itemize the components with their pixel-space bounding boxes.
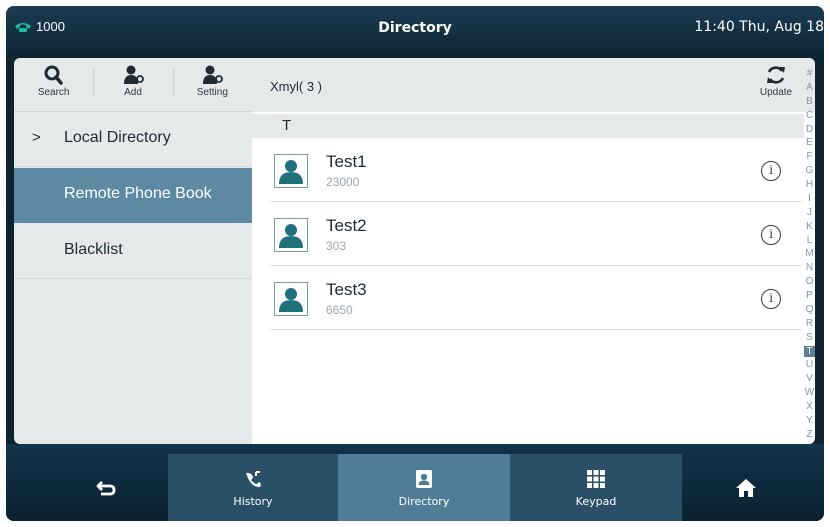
- alphabet-letter[interactable]: T: [804, 345, 815, 357]
- alphabet-letter[interactable]: D: [804, 124, 815, 135]
- keypad-label: Keypad: [575, 494, 617, 508]
- info-icon[interactable]: i: [761, 225, 781, 245]
- contact-row[interactable]: Test2 303 i: [270, 204, 802, 266]
- alphabet-letter[interactable]: K: [804, 221, 815, 232]
- alphabet-letter[interactable]: G: [804, 165, 815, 176]
- alphabet-letter[interactable]: J: [804, 207, 815, 218]
- contact-row[interactable]: Test1 23000 i: [270, 140, 802, 202]
- sidebar-toolbar: Search Add Setting: [14, 58, 252, 112]
- alphabet-letter[interactable]: V: [804, 373, 815, 384]
- alphabet-letter[interactable]: S: [804, 332, 815, 343]
- alphabet-letter[interactable]: F: [804, 151, 815, 162]
- alphabet-letter[interactable]: O: [804, 276, 815, 287]
- list-header: Xmyl( 3 ) Update: [252, 58, 815, 112]
- directory-icon: [416, 469, 432, 488]
- contact-avatar-icon: [279, 224, 303, 248]
- contact-name: Test3: [326, 280, 367, 299]
- contact-name: Test1: [326, 152, 367, 171]
- alphabet-letter[interactable]: H: [804, 179, 815, 190]
- setting-contact-icon: [203, 65, 224, 84]
- directory-softkey[interactable]: Directory: [338, 454, 510, 521]
- avatar: [274, 282, 308, 316]
- phone-screen: 1000 Directory 11:40 Thu, Aug 18 Search …: [6, 6, 824, 521]
- alphabet-letter[interactable]: L: [804, 235, 815, 246]
- alphabet-letter[interactable]: M: [804, 248, 815, 259]
- sidebar-item-label: Remote Phone Book: [64, 185, 212, 202]
- home-button[interactable]: [706, 454, 786, 521]
- section-header: T: [252, 114, 804, 138]
- status-datetime: 11:40 Thu, Aug 18: [694, 19, 824, 35]
- contact-number: 303: [326, 239, 347, 253]
- softkey-bar: History Directory Keypad: [6, 444, 824, 521]
- home-icon: [736, 478, 756, 497]
- contact-number: 23000: [326, 175, 360, 189]
- search-button[interactable]: Search: [14, 58, 93, 111]
- search-icon: [44, 65, 63, 85]
- alphabet-letter[interactable]: A: [804, 82, 815, 93]
- alphabet-letter[interactable]: P: [804, 290, 815, 301]
- info-icon[interactable]: i: [761, 289, 781, 309]
- alphabet-letter[interactable]: I: [804, 193, 815, 204]
- add-label: Add: [124, 87, 142, 98]
- avatar: [274, 218, 308, 252]
- alphabet-letter[interactable]: B: [804, 96, 815, 107]
- alphabet-letter[interactable]: Q: [804, 304, 815, 315]
- alphabet-letter[interactable]: C: [804, 110, 815, 121]
- section-letter: T: [282, 117, 292, 134]
- keypad-softkey[interactable]: Keypad: [510, 454, 682, 521]
- status-bar: 1000 Directory 11:40 Thu, Aug 18: [6, 6, 824, 54]
- info-icon[interactable]: i: [761, 161, 781, 181]
- contact-number: 6650: [326, 303, 353, 317]
- add-contact-icon: [123, 65, 144, 84]
- sidebar-item-label: Local Directory: [64, 129, 171, 146]
- history-softkey[interactable]: History: [168, 454, 338, 521]
- alphabet-letter[interactable]: R: [804, 318, 815, 329]
- alphabet-letter[interactable]: E: [804, 137, 815, 148]
- directory-label: Directory: [398, 494, 450, 508]
- sidebar-item-remote-phone-book[interactable]: Remote Phone Book: [14, 168, 252, 223]
- back-button[interactable]: [66, 454, 146, 521]
- contact-avatar-icon: [279, 160, 303, 184]
- update-button[interactable]: Update: [756, 64, 796, 98]
- contact-name: Test2: [326, 216, 367, 235]
- sidebar-item-local-directory[interactable]: > Local Directory: [14, 112, 252, 167]
- sidebar-item-blacklist[interactable]: Blacklist: [14, 224, 252, 279]
- alphabet-index[interactable]: # A B C D E F G H I J K L M N O P Q R S T U V W X Y Z: [804, 68, 815, 440]
- alphabet-letter[interactable]: N: [804, 262, 815, 273]
- contact-avatar-icon: [279, 288, 303, 312]
- contact-list-panel: Xmyl( 3 ) Update T Test1 23000 i Test2 3…: [252, 58, 815, 444]
- update-icon: [767, 66, 785, 84]
- back-icon: [96, 480, 116, 495]
- history-icon: [246, 470, 261, 487]
- directory-sidebar: Search Add Setting > Local Directory Rem…: [14, 58, 252, 444]
- add-button[interactable]: Add: [93, 58, 172, 111]
- setting-button[interactable]: Setting: [172, 58, 252, 111]
- group-title: Xmyl( 3 ): [270, 79, 322, 94]
- alphabet-letter[interactable]: U: [804, 359, 815, 370]
- contact-row[interactable]: Test3 6650 i: [270, 268, 802, 330]
- keypad-icon: [587, 469, 605, 488]
- sidebar-item-label: Blacklist: [64, 241, 123, 258]
- alphabet-letter[interactable]: X: [804, 401, 815, 412]
- search-label: Search: [37, 87, 70, 98]
- avatar: [274, 154, 308, 188]
- alphabet-letter[interactable]: W: [804, 387, 815, 398]
- chevron-right-icon: >: [32, 129, 41, 146]
- alphabet-letter[interactable]: Y: [804, 415, 815, 426]
- setting-label: Setting: [196, 87, 228, 98]
- history-label: History: [233, 494, 273, 508]
- alphabet-letter[interactable]: #: [804, 68, 815, 79]
- update-label: Update: [759, 87, 793, 98]
- alphabet-letter[interactable]: Z: [804, 429, 815, 440]
